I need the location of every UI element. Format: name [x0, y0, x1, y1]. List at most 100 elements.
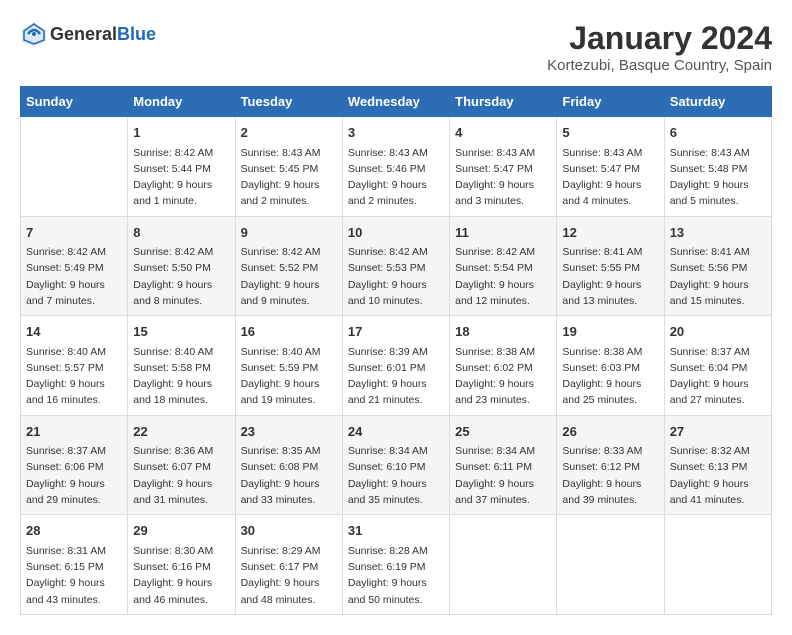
day-cell: 18Sunrise: 8:38 AM Sunset: 6:02 PM Dayli…	[450, 316, 557, 416]
logo-text: GeneralBlue	[50, 24, 156, 45]
day-cell: 9Sunrise: 8:42 AM Sunset: 5:52 PM Daylig…	[235, 216, 342, 316]
day-number: 21	[26, 422, 122, 442]
day-info: Sunrise: 8:35 AM Sunset: 6:08 PM Dayligh…	[241, 443, 337, 508]
day-number: 10	[348, 223, 444, 243]
day-cell: 15Sunrise: 8:40 AM Sunset: 5:58 PM Dayli…	[128, 316, 235, 416]
day-info: Sunrise: 8:43 AM Sunset: 5:46 PM Dayligh…	[348, 145, 444, 210]
day-cell: 27Sunrise: 8:32 AM Sunset: 6:13 PM Dayli…	[664, 415, 771, 515]
day-cell: 16Sunrise: 8:40 AM Sunset: 5:59 PM Dayli…	[235, 316, 342, 416]
day-number: 30	[241, 521, 337, 541]
day-info: Sunrise: 8:42 AM Sunset: 5:50 PM Dayligh…	[133, 244, 229, 309]
day-cell: 10Sunrise: 8:42 AM Sunset: 5:53 PM Dayli…	[342, 216, 449, 316]
day-number: 1	[133, 123, 229, 143]
day-number: 11	[455, 223, 551, 243]
day-info: Sunrise: 8:42 AM Sunset: 5:52 PM Dayligh…	[241, 244, 337, 309]
day-cell: 12Sunrise: 8:41 AM Sunset: 5:55 PM Dayli…	[557, 216, 664, 316]
day-number: 28	[26, 521, 122, 541]
week-row-3: 14Sunrise: 8:40 AM Sunset: 5:57 PM Dayli…	[21, 316, 772, 416]
day-cell	[450, 515, 557, 615]
day-cell: 20Sunrise: 8:37 AM Sunset: 6:04 PM Dayli…	[664, 316, 771, 416]
day-number: 8	[133, 223, 229, 243]
logo: GeneralBlue	[20, 20, 156, 48]
col-monday: Monday	[128, 87, 235, 117]
day-number: 17	[348, 322, 444, 342]
day-number: 4	[455, 123, 551, 143]
day-number: 15	[133, 322, 229, 342]
day-number: 3	[348, 123, 444, 143]
day-number: 20	[670, 322, 766, 342]
day-cell: 6Sunrise: 8:43 AM Sunset: 5:48 PM Daylig…	[664, 117, 771, 217]
day-number: 6	[670, 123, 766, 143]
day-number: 2	[241, 123, 337, 143]
day-info: Sunrise: 8:36 AM Sunset: 6:07 PM Dayligh…	[133, 443, 229, 508]
day-number: 18	[455, 322, 551, 342]
day-info: Sunrise: 8:38 AM Sunset: 6:03 PM Dayligh…	[562, 344, 658, 409]
day-cell: 24Sunrise: 8:34 AM Sunset: 6:10 PM Dayli…	[342, 415, 449, 515]
calendar-subtitle: Kortezubi, Basque Country, Spain	[547, 57, 772, 74]
col-thursday: Thursday	[450, 87, 557, 117]
day-number: 13	[670, 223, 766, 243]
day-info: Sunrise: 8:34 AM Sunset: 6:10 PM Dayligh…	[348, 443, 444, 508]
day-cell	[557, 515, 664, 615]
day-number: 7	[26, 223, 122, 243]
col-sunday: Sunday	[21, 87, 128, 117]
logo-general: General	[50, 24, 117, 44]
day-cell: 3Sunrise: 8:43 AM Sunset: 5:46 PM Daylig…	[342, 117, 449, 217]
day-info: Sunrise: 8:40 AM Sunset: 5:59 PM Dayligh…	[241, 344, 337, 409]
day-number: 5	[562, 123, 658, 143]
day-number: 24	[348, 422, 444, 442]
day-info: Sunrise: 8:39 AM Sunset: 6:01 PM Dayligh…	[348, 344, 444, 409]
day-cell: 7Sunrise: 8:42 AM Sunset: 5:49 PM Daylig…	[21, 216, 128, 316]
week-row-2: 7Sunrise: 8:42 AM Sunset: 5:49 PM Daylig…	[21, 216, 772, 316]
day-cell: 29Sunrise: 8:30 AM Sunset: 6:16 PM Dayli…	[128, 515, 235, 615]
day-cell	[21, 117, 128, 217]
week-row-5: 28Sunrise: 8:31 AM Sunset: 6:15 PM Dayli…	[21, 515, 772, 615]
day-cell: 2Sunrise: 8:43 AM Sunset: 5:45 PM Daylig…	[235, 117, 342, 217]
day-number: 27	[670, 422, 766, 442]
week-row-4: 21Sunrise: 8:37 AM Sunset: 6:06 PM Dayli…	[21, 415, 772, 515]
day-info: Sunrise: 8:38 AM Sunset: 6:02 PM Dayligh…	[455, 344, 551, 409]
day-info: Sunrise: 8:43 AM Sunset: 5:45 PM Dayligh…	[241, 145, 337, 210]
day-number: 16	[241, 322, 337, 342]
day-info: Sunrise: 8:40 AM Sunset: 5:57 PM Dayligh…	[26, 344, 122, 409]
day-cell: 21Sunrise: 8:37 AM Sunset: 6:06 PM Dayli…	[21, 415, 128, 515]
day-cell: 30Sunrise: 8:29 AM Sunset: 6:17 PM Dayli…	[235, 515, 342, 615]
day-info: Sunrise: 8:40 AM Sunset: 5:58 PM Dayligh…	[133, 344, 229, 409]
day-info: Sunrise: 8:41 AM Sunset: 5:56 PM Dayligh…	[670, 244, 766, 309]
day-number: 19	[562, 322, 658, 342]
day-info: Sunrise: 8:37 AM Sunset: 6:04 PM Dayligh…	[670, 344, 766, 409]
day-info: Sunrise: 8:30 AM Sunset: 6:16 PM Dayligh…	[133, 543, 229, 608]
day-info: Sunrise: 8:31 AM Sunset: 6:15 PM Dayligh…	[26, 543, 122, 608]
day-cell: 1Sunrise: 8:42 AM Sunset: 5:44 PM Daylig…	[128, 117, 235, 217]
day-cell: 4Sunrise: 8:43 AM Sunset: 5:47 PM Daylig…	[450, 117, 557, 217]
day-number: 29	[133, 521, 229, 541]
day-info: Sunrise: 8:28 AM Sunset: 6:19 PM Dayligh…	[348, 543, 444, 608]
day-info: Sunrise: 8:29 AM Sunset: 6:17 PM Dayligh…	[241, 543, 337, 608]
title-area: January 2024 Kortezubi, Basque Country, …	[547, 20, 772, 74]
day-cell: 19Sunrise: 8:38 AM Sunset: 6:03 PM Dayli…	[557, 316, 664, 416]
day-info: Sunrise: 8:43 AM Sunset: 5:47 PM Dayligh…	[562, 145, 658, 210]
page-header: GeneralBlue January 2024 Kortezubi, Basq…	[20, 20, 772, 74]
day-number: 22	[133, 422, 229, 442]
day-info: Sunrise: 8:32 AM Sunset: 6:13 PM Dayligh…	[670, 443, 766, 508]
logo-blue-label: Blue	[117, 24, 156, 44]
header-row: Sunday Monday Tuesday Wednesday Thursday…	[21, 87, 772, 117]
logo-icon	[20, 20, 48, 48]
day-number: 31	[348, 521, 444, 541]
day-cell: 11Sunrise: 8:42 AM Sunset: 5:54 PM Dayli…	[450, 216, 557, 316]
day-cell: 5Sunrise: 8:43 AM Sunset: 5:47 PM Daylig…	[557, 117, 664, 217]
day-number: 23	[241, 422, 337, 442]
day-cell	[664, 515, 771, 615]
day-cell: 17Sunrise: 8:39 AM Sunset: 6:01 PM Dayli…	[342, 316, 449, 416]
day-cell: 14Sunrise: 8:40 AM Sunset: 5:57 PM Dayli…	[21, 316, 128, 416]
day-number: 12	[562, 223, 658, 243]
day-info: Sunrise: 8:42 AM Sunset: 5:44 PM Dayligh…	[133, 145, 229, 210]
day-info: Sunrise: 8:37 AM Sunset: 6:06 PM Dayligh…	[26, 443, 122, 508]
col-tuesday: Tuesday	[235, 87, 342, 117]
day-number: 25	[455, 422, 551, 442]
calendar-table: Sunday Monday Tuesday Wednesday Thursday…	[20, 86, 772, 615]
col-friday: Friday	[557, 87, 664, 117]
day-cell: 13Sunrise: 8:41 AM Sunset: 5:56 PM Dayli…	[664, 216, 771, 316]
day-info: Sunrise: 8:42 AM Sunset: 5:53 PM Dayligh…	[348, 244, 444, 309]
col-saturday: Saturday	[664, 87, 771, 117]
